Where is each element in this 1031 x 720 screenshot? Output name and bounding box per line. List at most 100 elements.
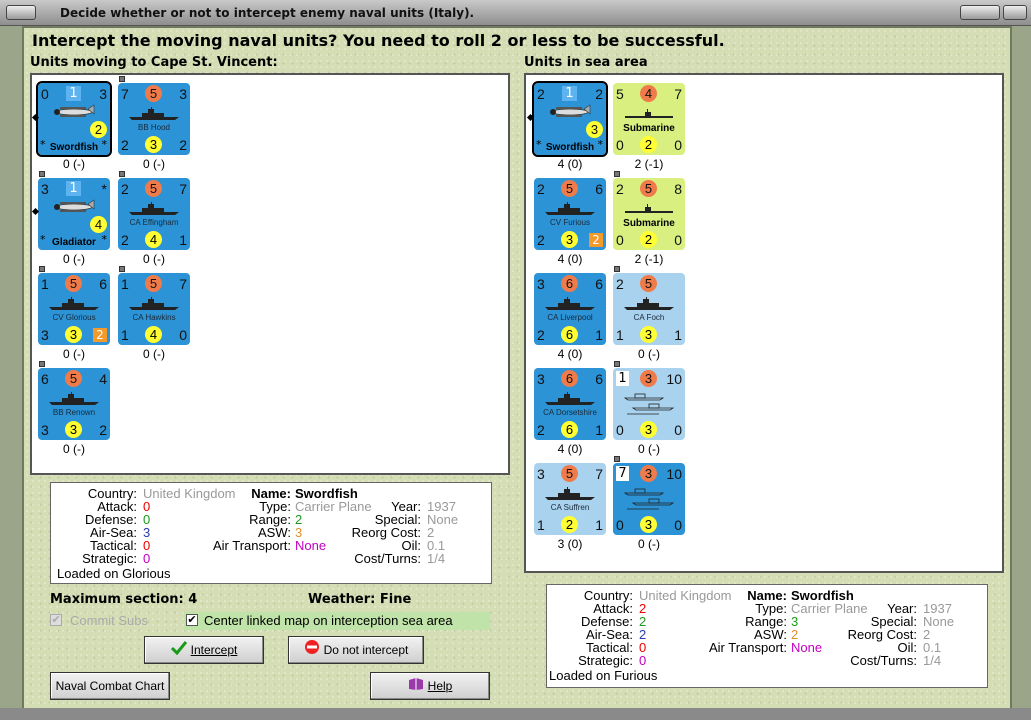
stat-top-left: 2	[537, 181, 545, 197]
stat-top-right: 10	[666, 466, 682, 482]
intercept-label: Intercept	[190, 643, 238, 657]
unit-status: 0 (-)	[63, 442, 85, 456]
unit-counter[interactable]: 7 5 3 BB Hood 2 3 2	[118, 83, 190, 155]
naval-combat-chart-button[interactable]: Naval Combat Chart	[50, 672, 170, 700]
bottom-scrollbar[interactable]	[0, 708, 1031, 720]
unit-counter[interactable]: 2 5 CA Foch 1 3 1	[613, 273, 685, 345]
stat-top-right: 6	[595, 276, 603, 292]
do-not-intercept-button[interactable]: Do not intercept	[288, 636, 424, 664]
stat-bottom-right: 1	[179, 232, 187, 248]
attack-circle: 5	[561, 465, 578, 482]
help-label: Help	[427, 679, 453, 693]
stat-bottom-left: 0	[616, 232, 624, 248]
warship-icon	[545, 487, 595, 500]
unit-marker	[614, 361, 620, 367]
stat-bottom-right: 1	[595, 327, 603, 343]
unit-name: CA Dorsetshire	[543, 408, 597, 417]
help-button[interactable]: Help	[370, 672, 490, 700]
intercept-button[interactable]: Intercept	[144, 636, 264, 664]
stat-top-right: 8	[674, 181, 682, 197]
stat-bottom-right: 0	[179, 327, 187, 343]
stat-top-left: 1	[121, 276, 129, 292]
defense-circle: 3	[145, 136, 162, 153]
stat-top-left: 3	[537, 276, 545, 292]
aircraft-icon	[54, 104, 95, 117]
close-button[interactable]	[1003, 5, 1027, 20]
unit-counter[interactable]: 1 5 6 CV Glorious 3 3 2	[38, 273, 110, 345]
unit-name: Swordfish	[545, 142, 595, 153]
stat-bottom-right: 0	[674, 517, 682, 533]
submarine-icon	[625, 204, 673, 213]
stat-bottom-left: 1	[121, 327, 129, 343]
unit-counter[interactable]: 6 5 4 BB Renown 3 3 2	[38, 368, 110, 440]
unit-counter[interactable]: 3 5 7 CA Suffren 1 2 1	[534, 463, 606, 535]
attack-circle: 5	[640, 275, 657, 292]
transport-capacity-badge: 1	[616, 371, 629, 386]
defense-circle: 6	[561, 421, 578, 438]
unit-counter[interactable]: 2 5 8 Submarine 0 2 0	[613, 178, 685, 250]
stat-bottom-right: 1	[674, 327, 682, 343]
system-menu-button[interactable]	[6, 5, 36, 20]
unit-status: 4 (0)	[557, 347, 583, 361]
stat-bottom-left: 1	[537, 517, 545, 533]
unit-counter[interactable]: 2 5 6 CV Furious 2 3 2	[534, 178, 606, 250]
unit-counter[interactable]: 7 3 10 0 3 0	[613, 463, 685, 535]
unit-counter[interactable]: 5 4 7 Submarine 0 2 0	[613, 83, 685, 155]
unit-info-moving: Country: United Kingdom Attack: 0 Defens…	[50, 482, 492, 584]
unit-status: 4 (0)	[557, 157, 583, 171]
air-attack-circle: 4	[90, 216, 107, 233]
strategic-value: 0	[639, 653, 647, 668]
unit-counter[interactable]: 1 5 7 CA Hawkins 1 4 0	[118, 273, 190, 345]
commit-subs-checkbox[interactable]: ✔ Commit Subs	[50, 612, 190, 630]
defense-circle: 2	[640, 231, 657, 248]
unit-counter[interactable]: 1 3 10 0 3 0	[613, 368, 685, 440]
unit-name: CA Liverpool	[547, 313, 593, 322]
stat-bottom-right: 2	[99, 422, 107, 438]
cost-value: 1/4	[923, 653, 942, 668]
cost-label: Cost/Turns:	[850, 653, 917, 668]
stat-top-right: 6	[595, 181, 603, 197]
unit-info-sea: Country: United Kingdom Attack: 2 Defens…	[546, 584, 988, 688]
stat-top-left: 1	[41, 276, 49, 292]
unit-name: CA Suffren	[550, 503, 590, 512]
title-bar: Decide whether or not to intercept enemy…	[0, 0, 1031, 26]
stat-bottom-right: 0	[674, 137, 682, 153]
unit-name: BB Hood	[137, 123, 171, 132]
warship-icon	[49, 297, 99, 310]
defense-circle: 3	[561, 231, 578, 248]
transport-ships-icon	[623, 488, 675, 510]
stat-top-right: 6	[99, 276, 107, 292]
unit-name: CA Effingham	[129, 218, 179, 227]
cost-value: 1/4	[427, 551, 446, 566]
aircraft-icon	[54, 199, 95, 212]
stat-bottom-left: 0	[616, 422, 624, 438]
submarine-icon	[625, 109, 673, 118]
unit-marker	[614, 171, 620, 177]
stat-top-left: 3	[537, 466, 545, 482]
stat-bottom-left: 2	[121, 137, 129, 153]
warship-icon	[545, 392, 595, 405]
stat-bottom-right: 0	[674, 232, 682, 248]
minimize-button[interactable]	[960, 5, 1000, 20]
defense-circle: 2	[561, 516, 578, 533]
cost-label: Cost/Turns:	[354, 551, 421, 566]
stat-top-left: 5	[616, 86, 624, 102]
unit-marker	[614, 456, 620, 462]
warship-icon	[129, 202, 179, 215]
unit-counter[interactable]: 2 5 7 CA Effingham 2 4 1	[118, 178, 190, 250]
attack-circle: 6	[561, 370, 578, 387]
unit-counter[interactable]: 3 6 6 CA Dorsetshire 2 6 1	[534, 368, 606, 440]
moving-units-label: Units moving to Cape St. Vincent:	[30, 55, 278, 70]
checkmark-icon: ✔	[50, 614, 62, 626]
unit-counter[interactable]: 3 1 * 4 * * Gladiator	[38, 178, 110, 250]
sea-units-list[interactable]: 2 1 2 3 * * Swordfish 4 (0) 5 4 7 Submarine 0 2 0 2 (-1…	[524, 73, 1004, 573]
stat-top-left: 3	[537, 371, 545, 387]
unit-counter[interactable]: 0 1 3 2 * * Swordfish	[36, 81, 112, 157]
moving-units-list[interactable]: 0 1 3 2 * * Swordfish 0 (-) 7 5 3 BB Hood 2 3 2 0 (-) 3 1…	[30, 73, 510, 475]
unit-counter[interactable]: 3 6 6 CA Liverpool 2 6 1	[534, 273, 606, 345]
selection-diamond-icon	[526, 113, 535, 122]
carrier-air-badge: 2	[93, 328, 107, 342]
center-map-checkbox[interactable]: ✔ Center linked map on interception sea …	[184, 612, 490, 630]
unit-counter[interactable]: 2 1 2 3 * * Swordfish	[532, 81, 608, 157]
attack-circle: 3	[640, 465, 657, 482]
